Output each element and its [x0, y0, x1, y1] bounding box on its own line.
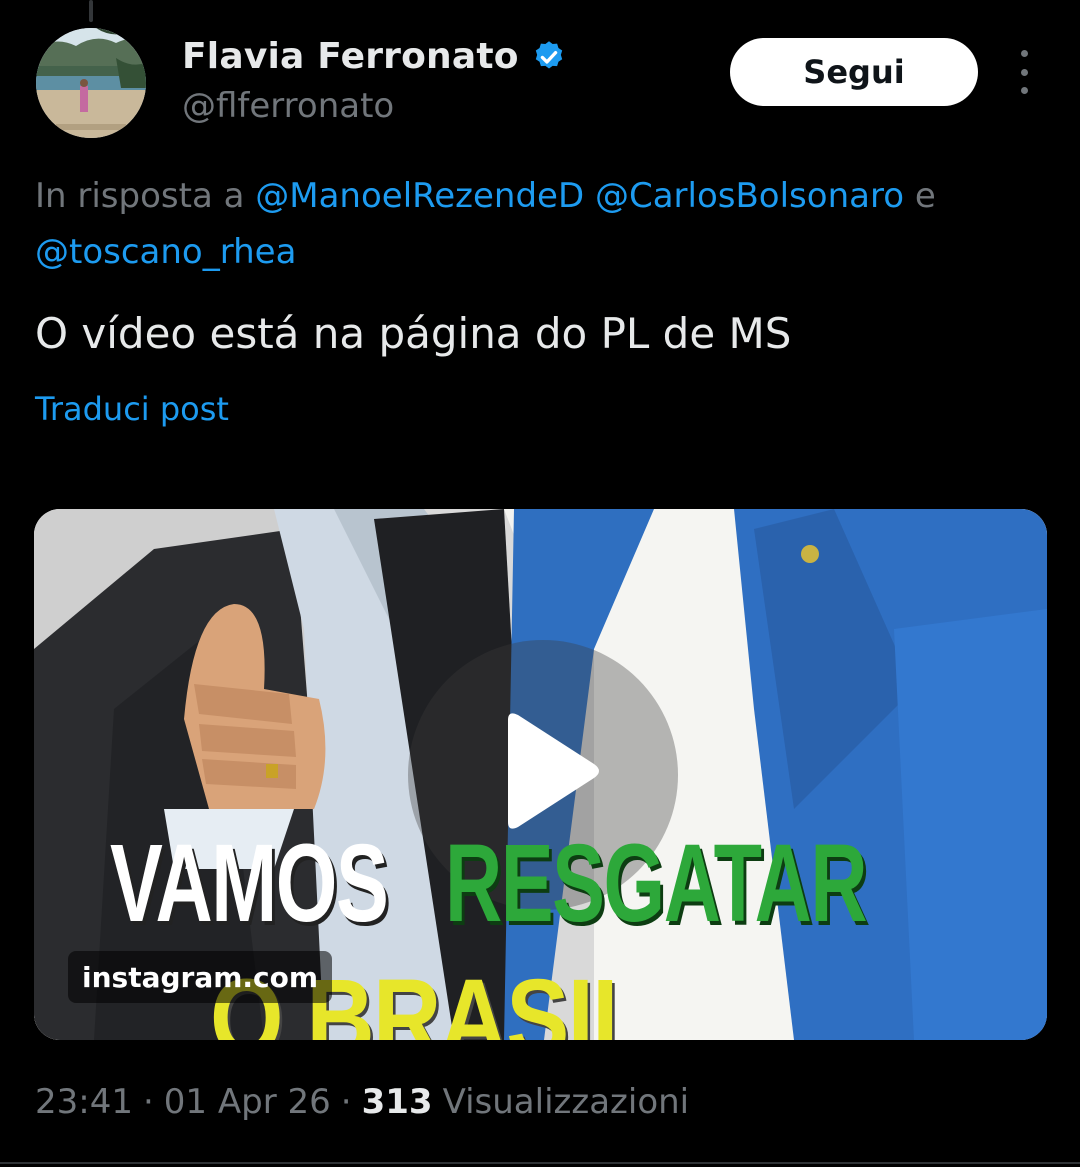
play-icon	[508, 713, 599, 829]
mention-link[interactable]: @ManoelRezendeD	[255, 176, 584, 216]
post-text: O vídeo está na página do PL de MS	[35, 309, 792, 358]
verified-badge-icon	[535, 40, 562, 69]
play-button[interactable]	[408, 640, 678, 910]
mention-link[interactable]: @CarlosBolsonaro	[595, 176, 904, 216]
translate-post-link[interactable]: Traduci post	[35, 390, 229, 428]
views-label[interactable]: Visualizzazioni	[443, 1082, 690, 1122]
author-name-row[interactable]: Flavia Ferronato	[182, 36, 567, 77]
author-display-name[interactable]: Flavia Ferronato	[182, 36, 519, 77]
meta-separator: ·	[340, 1082, 352, 1122]
views-count[interactable]: 313	[362, 1082, 433, 1122]
post-meta: 23:41 · 01 Apr 26 · 313 Visualizzazioni	[35, 1082, 689, 1122]
author-handle[interactable]: @flferronato	[182, 86, 394, 126]
mention-link[interactable]: @toscano_rhea	[35, 232, 296, 272]
post-time[interactable]: 23:41	[35, 1082, 133, 1122]
post-detail: Flavia Ferronato @flferronato Segui In r…	[0, 0, 1080, 1167]
reply-conjunction: e	[914, 176, 936, 216]
post-date[interactable]: 01 Apr 26	[164, 1082, 331, 1122]
reply-prefix: In risposta a	[35, 176, 245, 216]
reply-context: In risposta a @ManoelRezendeD @CarlosBol…	[35, 168, 1065, 280]
more-vertical-icon[interactable]	[1008, 50, 1040, 94]
media-source-badge: instagram.com	[68, 951, 333, 1003]
follow-button[interactable]: Segui	[730, 38, 978, 106]
divider	[0, 1162, 1080, 1164]
thread-line	[89, 0, 93, 22]
avatar[interactable]	[36, 28, 146, 138]
meta-separator: ·	[142, 1082, 154, 1122]
